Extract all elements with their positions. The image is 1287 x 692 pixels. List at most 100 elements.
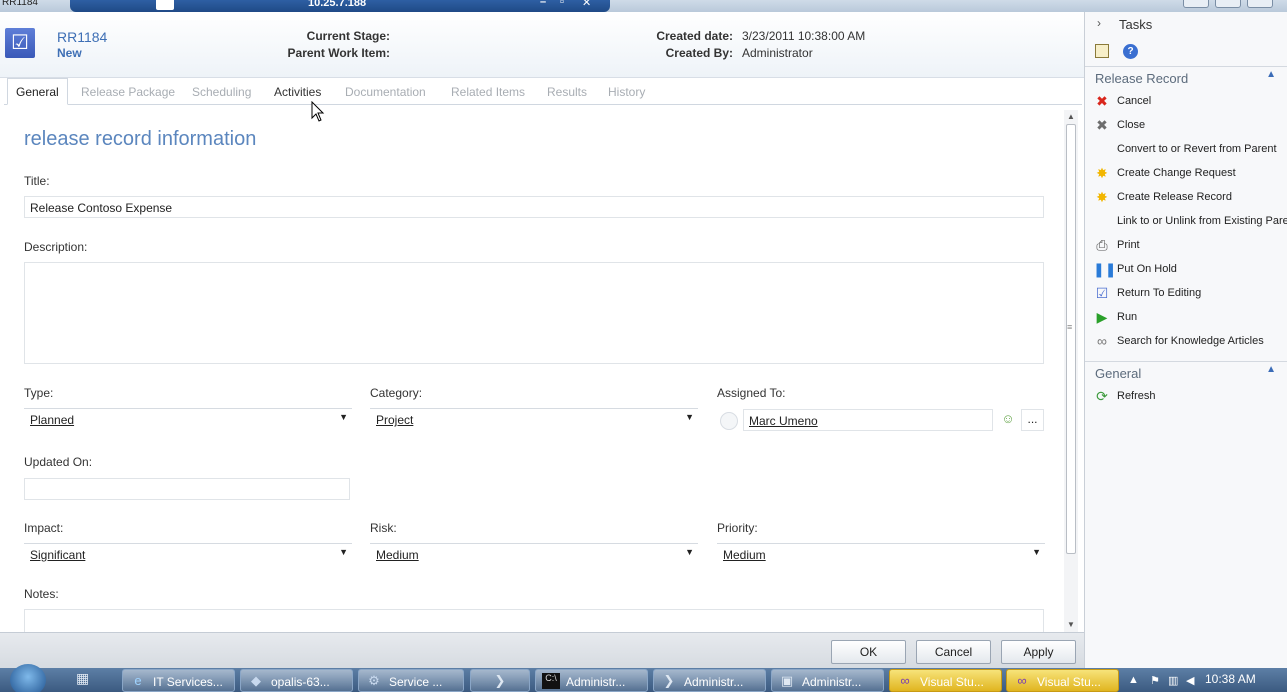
taskbar-item-it-services[interactable]: e IT Services... (122, 669, 235, 692)
start-button[interactable] (10, 664, 46, 692)
rd-restore-icon[interactable]: ▫ (560, 0, 564, 8)
network-icon[interactable]: ▥ (1168, 674, 1178, 687)
rd-minimize-icon[interactable]: – (540, 0, 546, 8)
clipboard-icon[interactable] (1095, 44, 1109, 58)
notes-field[interactable] (24, 609, 1044, 632)
risk-dropdown[interactable]: Medium ▼ (370, 543, 698, 565)
help-icon[interactable]: ? (1123, 44, 1138, 59)
task-convert-revert-parent[interactable]: Convert to or Revert from Parent (1093, 139, 1287, 161)
general-section-header[interactable]: General ▲ (1085, 361, 1287, 385)
release-record-window: RR1184 10.25.7.188 – ▫ ✕ ☑ RR1184 New Cu… (0, 0, 1287, 692)
description-field[interactable] (24, 262, 1044, 364)
created-date-value: 3/23/2011 10:38:00 AM (742, 29, 866, 43)
apply-button[interactable]: Apply (1001, 640, 1076, 664)
task-label: Return To Editing (1117, 287, 1202, 299)
priority-dropdown[interactable]: Medium ▼ (717, 543, 1045, 565)
powershell-icon: ❯ (663, 673, 675, 688)
tab-general[interactable]: General (7, 78, 68, 105)
taskbar-item-administrator-powershell[interactable]: ❯ Administr... (653, 669, 766, 692)
taskbar-item-administrator-console[interactable]: ▣ Administr... (771, 669, 884, 692)
star-icon: ✸ (1096, 189, 1108, 205)
remote-desktop-bar: 10.25.7.188 – ▫ ✕ (70, 0, 610, 12)
created-by-label: Created By: (665, 46, 733, 60)
taskbar-clock[interactable]: 10:38 AM (1205, 672, 1256, 686)
printer-icon: ⎙ (1096, 237, 1108, 253)
task-link-unlink-parent[interactable]: Link to or Unlink from Existing Parent (1093, 211, 1287, 233)
content-scrollbar[interactable]: ▲ ≡ ▼ (1064, 110, 1078, 632)
grip-icon: ≡ (1067, 322, 1073, 332)
task-search-knowledge-articles[interactable]: ∞ Search for Knowledge Articles (1093, 331, 1287, 353)
impact-dropdown[interactable]: Significant ▼ (24, 543, 352, 565)
task-run[interactable]: ▶ Run (1093, 307, 1287, 329)
title-field[interactable]: Release Contoso Expense (24, 196, 1044, 218)
volume-icon[interactable]: ◀ (1186, 674, 1194, 687)
server-manager-icon[interactable]: ▦ (76, 670, 98, 690)
tab-results[interactable]: Results (547, 85, 587, 99)
scroll-thumb[interactable] (1066, 124, 1076, 554)
collapse-icon[interactable]: ▲ (1266, 364, 1276, 375)
tab-history[interactable]: History (608, 85, 645, 99)
task-create-release-record[interactable]: ✸ Create Release Record (1093, 187, 1287, 209)
vs-icon: ∞ (1017, 673, 1027, 688)
taskbar-item-powershell[interactable]: ❯ (470, 669, 530, 692)
tab-activities[interactable]: Activities (274, 85, 321, 99)
task-put-on-hold[interactable]: ❚❚ Put On Hold (1093, 259, 1287, 281)
assigned-to-label: Assigned To: (717, 386, 786, 400)
assigned-to-field[interactable]: Marc Umeno (743, 409, 993, 431)
risk-label: Risk: (370, 521, 397, 535)
task-label: Run (1117, 311, 1138, 323)
task-label: Close (1117, 119, 1146, 131)
chevron-right-icon[interactable]: › (1097, 16, 1101, 30)
taskbar-item-label: Visual Stu... (1037, 675, 1101, 689)
browse-button[interactable]: ... (1021, 409, 1044, 431)
tab-release-package[interactable]: Release Package (81, 85, 175, 99)
category-dropdown[interactable]: Project ▼ (370, 408, 698, 430)
mouse-cursor-icon (311, 101, 325, 122)
taskbar-item-visual-studio-2[interactable]: ∞ Visual Stu... (1006, 669, 1119, 692)
taskbar-item-visual-studio-1[interactable]: ∞ Visual Stu... (889, 669, 1002, 692)
taskbar-item-administrator-cmd[interactable]: C:\ Administr... (535, 669, 648, 692)
updated-on-field[interactable] (24, 478, 350, 500)
scroll-down-icon[interactable]: ▼ (1064, 620, 1078, 629)
tasks-header: › Tasks (1085, 12, 1287, 38)
service-icon: ⚙ (368, 673, 380, 688)
gray-x-icon: ✖ (1096, 117, 1108, 133)
close-window-button[interactable] (1247, 0, 1273, 8)
tab-documentation[interactable]: Documentation (345, 85, 426, 99)
cancel-button[interactable]: Cancel (916, 640, 991, 664)
task-return-to-editing[interactable]: ☑ Return To Editing (1093, 283, 1287, 305)
chevron-down-icon: ▼ (339, 547, 348, 557)
task-label: Link to or Unlink from Existing Parent (1117, 215, 1287, 227)
tab-scheduling[interactable]: Scheduling (192, 85, 251, 99)
type-dropdown[interactable]: Planned ▼ (24, 408, 352, 430)
taskbar-item-label: Administr... (566, 675, 626, 689)
created-by-value: Administrator (742, 46, 813, 60)
taskbar-item-opalis[interactable]: ◆ opalis-63... (240, 669, 353, 692)
priority-value: Medium (723, 548, 766, 562)
type-label: Type: (24, 386, 54, 400)
release-record-section-title: Release Record (1095, 71, 1189, 86)
collapse-icon[interactable]: ▲ (1266, 69, 1276, 80)
pin-icon[interactable] (156, 0, 174, 10)
task-label: Convert to or Revert from Parent (1117, 143, 1277, 155)
tray-expand-icon[interactable]: ▲ (1128, 674, 1139, 686)
task-close[interactable]: ✖ Close (1093, 115, 1287, 137)
type-value: Planned (30, 413, 75, 427)
user-picker-icon[interactable]: ☺ (999, 411, 1017, 429)
tab-related-items[interactable]: Related Items (451, 85, 525, 99)
task-refresh[interactable]: ⟳ Refresh (1093, 386, 1287, 408)
task-label: Cancel (1117, 95, 1152, 107)
rd-close-icon[interactable]: ✕ (582, 0, 591, 9)
cmd-icon: C:\ (542, 673, 560, 689)
task-cancel[interactable]: ✖ Cancel (1093, 91, 1287, 113)
task-print[interactable]: ⎙ Print (1093, 235, 1287, 257)
taskbar-item-service[interactable]: ⚙ Service ... (358, 669, 464, 692)
ok-button[interactable]: OK (831, 640, 906, 664)
release-record-section-header[interactable]: Release Record ▲ (1085, 66, 1287, 90)
task-create-change-request[interactable]: ✸ Create Change Request (1093, 163, 1287, 185)
flag-icon[interactable]: ⚑ (1150, 674, 1160, 687)
window-title: RR1184 (2, 0, 38, 8)
minimize-button[interactable] (1183, 0, 1209, 8)
maximize-button[interactable] (1215, 0, 1241, 8)
scroll-up-icon[interactable]: ▲ (1064, 112, 1078, 121)
